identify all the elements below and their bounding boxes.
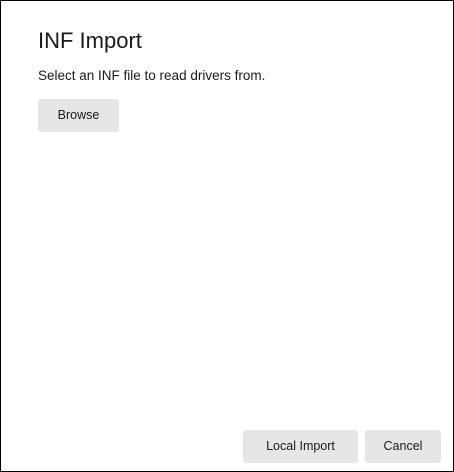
dialog-description: Select an INF file to read drivers from. [38,68,266,83]
dialog-title: INF Import [38,28,142,53]
cancel-button[interactable]: Cancel [365,430,441,463]
inf-import-dialog: INF Import Select an INF file to read dr… [0,0,454,472]
local-import-button[interactable]: Local Import [243,430,358,463]
browse-button[interactable]: Browse [38,99,119,132]
